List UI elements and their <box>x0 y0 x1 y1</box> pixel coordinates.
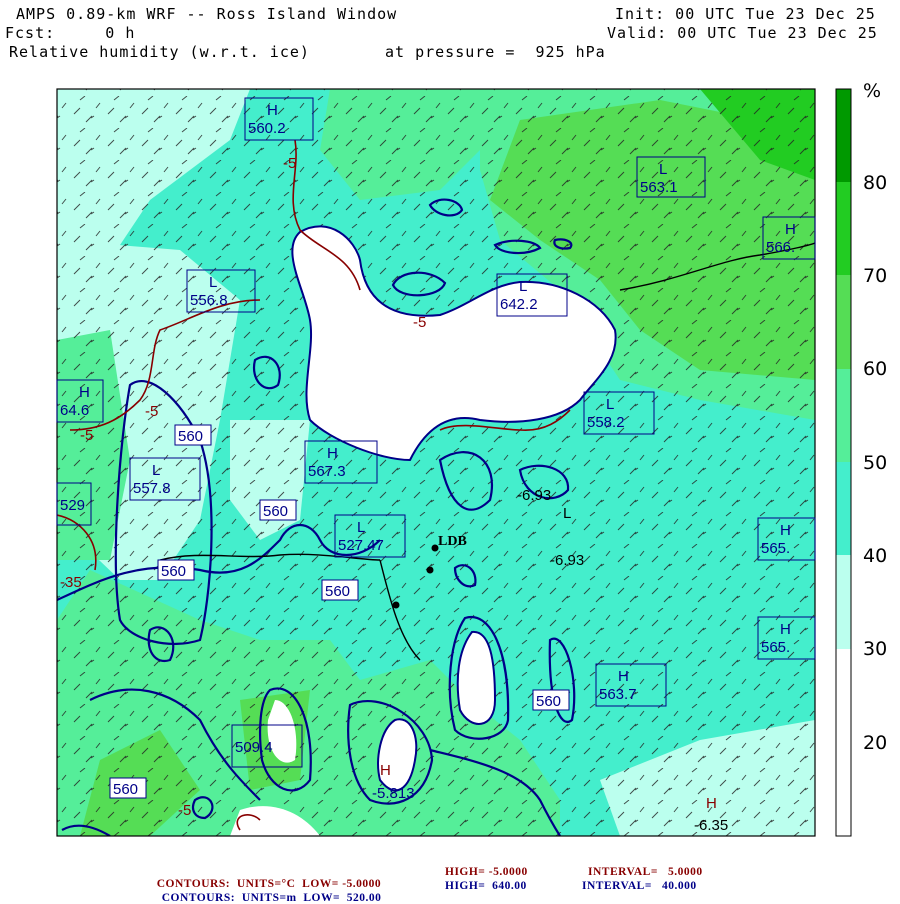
footer-height-interval: INTERVAL= 40.000 <box>582 880 697 892</box>
temp-contour-label: -5 <box>413 314 426 331</box>
hl-letter: H <box>327 445 338 462</box>
colorbar-label: 50 <box>863 452 888 474</box>
hl-letter: H <box>785 221 796 238</box>
temp-value-label: -5.813 <box>372 785 415 802</box>
hl-letter: L <box>357 519 365 536</box>
hl-value: 527.47 <box>338 537 384 554</box>
hl-letter: H <box>79 384 90 401</box>
footer-temp-interval: INTERVAL= 5.0000 <box>588 866 703 878</box>
station-marker <box>392 601 400 609</box>
colorbar-unit: % <box>863 80 882 102</box>
hl-value: 558.2 <box>587 414 625 431</box>
colorbar-swatch-40-50 <box>836 462 851 555</box>
hl-value: 566. <box>766 239 795 256</box>
island-landmass <box>456 630 497 725</box>
colorbar-swatch-70-80 <box>836 182 851 275</box>
temp-contour-label: -5 <box>145 403 158 420</box>
h-marker: H <box>706 795 717 812</box>
footer-units: UNITS=m <box>241 892 297 904</box>
hl-value: 557.8 <box>133 480 171 497</box>
temp-value-label: -6.93 <box>550 552 584 569</box>
hl-value: 560.2 <box>248 120 286 137</box>
colorbar-swatch-lt30 <box>836 649 851 836</box>
hl-value: 642.2 <box>500 296 538 313</box>
contour-560-label: 560 <box>263 503 288 520</box>
contour-560-label: 560 <box>113 781 138 798</box>
footer-low: LOW= 520.00 <box>303 892 382 904</box>
hl-value: 567.3 <box>308 463 346 480</box>
hl-value: 64.6 <box>60 402 89 419</box>
hl-value: 563.7 <box>599 686 637 703</box>
colorbar-swatch-60-70 <box>836 275 851 369</box>
hl-value: 565. <box>761 639 790 656</box>
hl-letter: H <box>267 102 278 119</box>
colorbar-label: 70 <box>863 265 888 287</box>
footer-height-contours: CONTOURS: UNITS=m LOW= 520.00 <box>155 880 381 904</box>
hl-value: 556.8 <box>190 292 228 309</box>
hl-value: 509.4 <box>235 739 273 756</box>
contour-560-label: 560 <box>178 428 203 445</box>
temp-contour-label: -35 <box>60 574 82 591</box>
hl-value: 565. <box>761 540 790 557</box>
station-label: LDB <box>438 534 467 549</box>
hl-letter: L <box>209 274 217 291</box>
h-marker: H <box>380 762 391 779</box>
hl-letter: L <box>659 161 667 178</box>
contour-560-label: 560 <box>536 693 561 710</box>
hl-letter: H <box>780 621 791 638</box>
footer-height-high: HIGH= 640.00 <box>445 880 527 892</box>
temp-value-label: -6.35 <box>694 817 728 834</box>
station-marker <box>426 566 434 574</box>
colorbar-swatch-50-60 <box>836 369 851 462</box>
l-marker: L <box>563 505 571 522</box>
colorbar-swatch-gt80 <box>836 89 851 182</box>
colorbar-label: 30 <box>863 638 888 660</box>
colorbar-label: 40 <box>863 545 888 567</box>
temp-contour-label: -5 <box>80 427 93 444</box>
colorbar-swatch-30-40 <box>836 555 851 649</box>
footer-prefix: CONTOURS: <box>161 892 236 904</box>
footer-temp-high: HIGH= -5.0000 <box>445 866 528 878</box>
humidity-map: LDB H560.2L563.1H566.L556.8L642.2H64.6 L5… <box>56 88 852 837</box>
colorbar-label: 60 <box>863 358 888 380</box>
temp-value-label: -6.93 <box>517 487 551 504</box>
hl-letter: L <box>152 462 160 479</box>
contour-560-label: 560 <box>325 583 350 600</box>
hl-letter: H <box>618 668 629 685</box>
map-plot-area <box>57 89 815 836</box>
temp-contour-label: -5 <box>178 802 191 819</box>
contour-560-label: 560 <box>161 563 186 580</box>
hl-letter: L <box>606 396 614 413</box>
colorbar-label: 20 <box>863 732 888 754</box>
hl-value: 563.1 <box>640 179 678 196</box>
colorbar <box>835 88 852 837</box>
hl-value: 529 <box>60 497 85 514</box>
hl-letter: H <box>780 522 791 539</box>
temp-contour-label: -5 <box>283 155 296 172</box>
colorbar-label: 80 <box>863 172 888 194</box>
hl-letter: L <box>519 278 527 295</box>
